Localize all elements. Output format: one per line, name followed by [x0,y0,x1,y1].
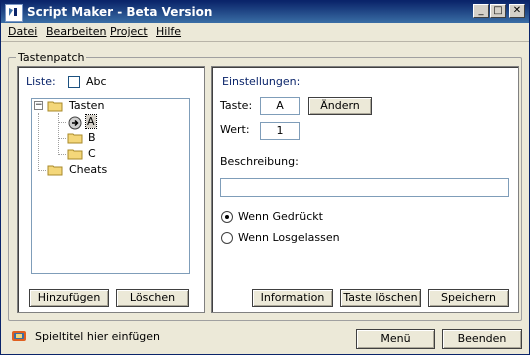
settings-heading: Einstellungen: [222,75,301,88]
menu-button[interactable]: Menü [356,329,435,349]
radio-released-label: Wenn Losgelassen [238,231,340,244]
tree-line [58,113,59,155]
change-button[interactable]: Ändern [308,97,372,115]
folder-icon [47,165,63,176]
collapse-icon[interactable]: − [34,101,43,110]
menu-project[interactable]: Project [110,25,148,38]
app-icon [5,4,23,22]
radio-pressed[interactable] [221,211,233,223]
minimize-button[interactable]: _ [473,4,489,18]
folder-icon [67,149,83,160]
exit-button[interactable]: Beenden [442,329,522,349]
tree-node-b[interactable]: B [88,131,96,144]
tree-node-tasten[interactable]: Tasten [69,99,104,112]
save-button[interactable]: Speichern [428,289,509,307]
taste-label: Taste: [220,99,253,112]
folder-icon [67,133,83,144]
tree-line [58,154,66,155]
window-title: Script Maker - Beta Version [27,5,213,19]
menu-bar: Datei Bearbeiten Project Hilfe [1,23,529,42]
radio-pressed-label: Wenn Gedrückt [238,210,323,223]
tree-line [38,113,39,171]
tree-line [58,138,66,139]
add-button[interactable]: Hinzufügen [29,289,109,307]
description-input[interactable] [220,178,509,197]
tree-line [58,122,66,123]
menu-hilfe-label: Hilfe [156,25,182,38]
abc-checkbox[interactable] [68,76,80,88]
tree-node-a-label: A [85,114,97,129]
abc-checkbox-label: Abc [86,75,107,88]
menu-hilfe[interactable]: Hilfe [156,25,181,38]
radio-released[interactable] [221,232,233,244]
tree-node-cheats[interactable]: Cheats [69,163,107,176]
delete-button[interactable]: Löschen [116,289,189,307]
description-label: Beschreibung: [220,155,299,168]
wert-field[interactable]: 1 [260,122,300,140]
folder-open-icon [47,101,63,112]
menu-bearbeiten-label: Bearbeiten [46,25,107,38]
wert-label: Wert: [220,123,250,136]
title-bar[interactable]: Script Maker - Beta Version _ □ ✕ [1,1,529,23]
menu-datei[interactable]: Datei [8,25,37,38]
tree-node-c[interactable]: C [88,147,96,160]
record-icon [68,116,82,130]
tree-node-a[interactable]: A [85,114,97,129]
maximize-button[interactable]: □ [490,4,506,18]
close-button[interactable]: ✕ [509,4,525,18]
menu-bearbeiten[interactable]: Bearbeiten [46,25,106,38]
delete-key-button[interactable]: Taste löschen [340,289,421,307]
tree-view[interactable] [31,98,190,274]
taste-field[interactable]: A [260,97,300,115]
tree-line [38,170,46,171]
game-icon [12,331,26,341]
list-label: Liste: [26,75,56,88]
menu-datei-label: Datei [8,25,38,38]
radio-selected-dot [225,215,229,219]
group-label: Tastenpatch [16,51,87,64]
status-text: Spieltitel hier einfügen [35,330,161,343]
menu-project-label: Project [110,25,148,38]
information-button[interactable]: Information [252,289,333,307]
